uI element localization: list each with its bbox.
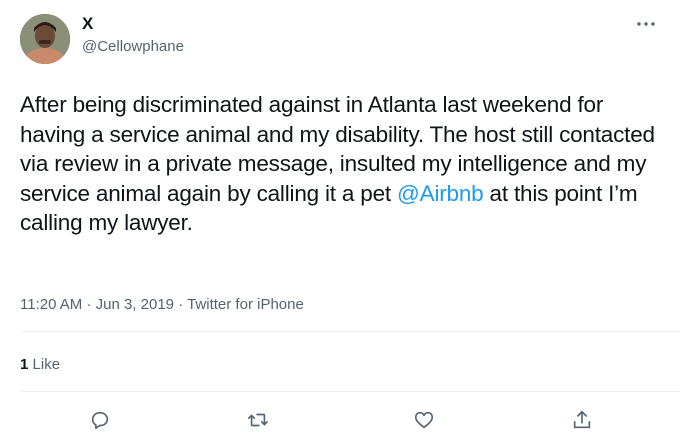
retweet-icon[interactable] <box>246 408 270 432</box>
display-name[interactable]: X <box>82 14 93 34</box>
like-count-label: Like <box>32 356 61 373</box>
meta-separator: · <box>86 296 96 313</box>
tweet-text: After being discriminated against in Atl… <box>20 90 670 238</box>
tweet-meta: 11:20 AM · Jun 3, 2019 · Twitter for iPh… <box>20 296 304 313</box>
like-count-value: 1 <box>20 356 29 373</box>
mention-link[interactable]: @Airbnb <box>397 181 484 206</box>
divider <box>20 331 680 332</box>
like-icon[interactable] <box>412 408 436 432</box>
user-handle[interactable]: @Cellowphane <box>82 38 184 55</box>
tweet-date[interactable]: Jun 3, 2019 <box>96 296 174 313</box>
tweet-time[interactable]: 11:20 AM <box>20 296 82 313</box>
likes-count[interactable]: 1 Like <box>20 356 60 373</box>
tweet-source[interactable]: Twitter for iPhone <box>187 296 304 313</box>
share-icon[interactable] <box>570 408 594 432</box>
action-bar <box>0 408 680 432</box>
more-icon[interactable] <box>634 16 658 32</box>
avatar[interactable] <box>20 14 70 64</box>
tweet-card: X @Cellowphane After being discriminated… <box>0 0 680 448</box>
meta-separator: · <box>178 296 188 313</box>
reply-icon[interactable] <box>88 408 112 432</box>
divider <box>20 391 680 392</box>
